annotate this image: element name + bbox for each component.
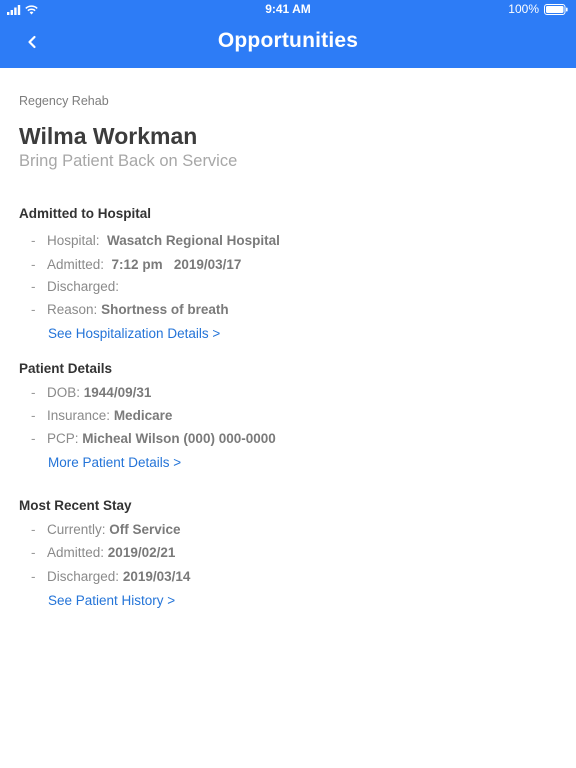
facility-name: Regency Rehab — [19, 94, 109, 108]
discharged-label: Discharged: — [47, 279, 120, 294]
stay-admitted-row: - Admitted: 2019/02/21 — [19, 545, 175, 561]
reason-value: Shortness of breath — [101, 302, 229, 317]
status-time: 9:41 AM — [265, 2, 311, 16]
stay-admitted-label: Admitted: — [47, 545, 105, 560]
status-bar: 9:41 AM 100% — [0, 0, 576, 20]
pcp-row: - PCP: Micheal Wilson (000) 000-0000 — [19, 431, 276, 447]
admitted-date: 2019/03/17 — [173, 257, 242, 272]
main-content: Regency Rehab Wilma Workman Bring Patien… — [19, 90, 559, 608]
insurance-value: Medicare — [113, 408, 173, 423]
stay-admitted-value: 2019/02/21 — [107, 545, 176, 560]
insurance-label: Insurance: — [47, 408, 111, 423]
admitted-row: - Admitted: 7:12 pm 2019/03/17 — [19, 257, 241, 273]
section-title-recent-stay: Most Recent Stay — [19, 498, 132, 513]
more-patient-details-link[interactable]: More Patient Details > — [48, 455, 181, 471]
bullet-dash: - — [31, 431, 36, 446]
bullet-dash: - — [31, 233, 36, 248]
section-title-admitted: Admitted to Hospital — [19, 206, 151, 221]
bullet-dash: - — [31, 279, 36, 294]
navigation-bar: Opportunities — [0, 20, 576, 68]
patient-name: Wilma Workman — [19, 123, 198, 149]
reason-row: - Reason: Shortness of breath — [19, 302, 229, 318]
stay-discharged-label: Discharged: — [47, 569, 120, 584]
insurance-row: - Insurance: Medicare — [19, 408, 172, 424]
stay-discharged-row: - Discharged: 2019/03/14 — [19, 569, 190, 585]
admitted-time: 7:12 pm — [111, 257, 163, 272]
hospitalization-details-link[interactable]: See Hospitalization Details > — [48, 326, 220, 342]
battery-percentage: 100% — [508, 2, 539, 16]
patient-history-link[interactable]: See Patient History > — [48, 593, 175, 609]
hospital-value: Wasatch Regional Hospital — [107, 233, 280, 248]
discharged-row: - Discharged: — [19, 279, 119, 295]
app-header: 9:41 AM 100% Opportunities — [0, 0, 576, 68]
dob-row: - DOB: 1944/09/31 — [19, 385, 151, 401]
bullet-dash: - — [31, 257, 36, 272]
admitted-label: Admitted: — [47, 257, 105, 272]
status-right: 100% — [508, 2, 568, 16]
currently-row: - Currently: Off Service — [19, 522, 181, 538]
bullet-dash: - — [31, 522, 36, 537]
pcp-label: PCP: — [47, 431, 79, 446]
bullet-dash: - — [31, 302, 36, 317]
currently-value: Off Service — [109, 522, 181, 537]
bullet-dash: - — [31, 385, 36, 400]
bullet-dash: - — [31, 569, 36, 584]
section-title-patient-details: Patient Details — [19, 361, 113, 376]
stay-discharged-value: 2019/03/14 — [122, 569, 191, 584]
admitted-to-hospital-section: Admitted to Hospital - Hospital: Wasatch … — [19, 206, 559, 341]
hospital-label: Hospital: — [47, 233, 100, 248]
currently-label: Currently: — [47, 522, 106, 537]
battery-icon — [544, 3, 568, 15]
hospital-row: - Hospital: Wasatch Regional Hospital — [19, 233, 280, 249]
pcp-value: Micheal Wilson (000) 000-0000 — [82, 431, 276, 446]
dob-value: 1944/09/31 — [83, 385, 152, 400]
bullet-dash: - — [31, 545, 36, 560]
bullet-dash: - — [31, 408, 36, 423]
patient-details-section: Patient Details - DOB: 1944/09/31 - Insura… — [19, 361, 559, 470]
dob-label: DOB: — [47, 385, 81, 400]
most-recent-stay-section: Most Recent Stay - Currently: Off Service… — [19, 498, 559, 608]
reason-label: Reason: — [47, 302, 98, 317]
opportunity-subtitle: Bring Patient Back on Service — [19, 152, 238, 170]
page-title: Opportunities — [217, 29, 359, 52]
